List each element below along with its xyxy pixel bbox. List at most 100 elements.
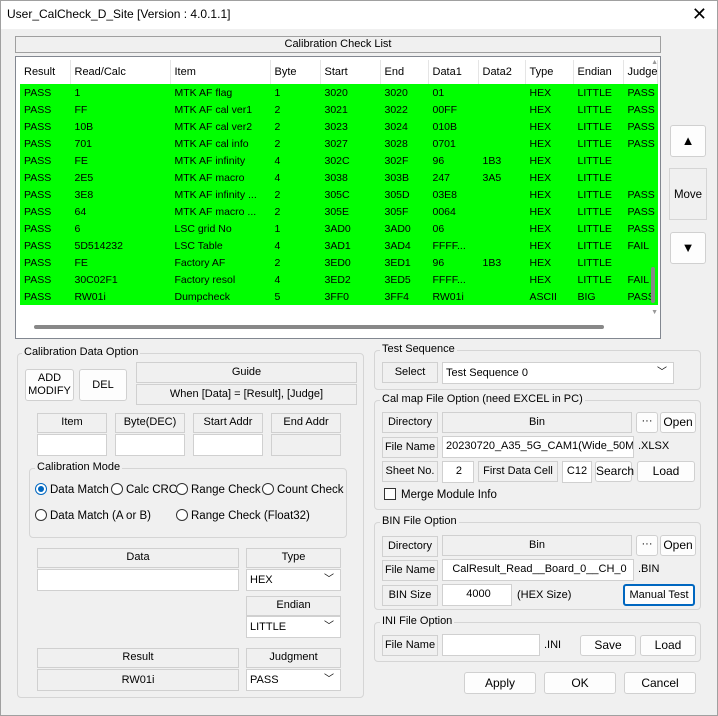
table-cell: PASS [20, 254, 71, 271]
table-row[interactable]: PASS 3E8 MTK AF infinity ... 2 305C 305D 03E8 H… [20, 186, 659, 203]
table-cell: HEX [525, 203, 574, 220]
table-row[interactable]: PASS 2E5 MTK AF macro 4 3038 303B 247 3A5 HEX LIT… [20, 169, 659, 186]
calmap-filename-label: File Name [382, 437, 438, 458]
first-data-cell-input[interactable]: C12 [562, 461, 592, 483]
close-icon[interactable]: ✕ [692, 4, 707, 24]
merge-module-info-checkbox[interactable]: Merge Module Info [384, 488, 497, 501]
table-cell: MTK AF cal ver1 [170, 101, 271, 118]
column-header[interactable]: Result [20, 60, 71, 84]
calmap-open-button[interactable]: Open [660, 412, 696, 433]
column-header[interactable]: Item [170, 60, 271, 84]
table-cell: 03E8 [428, 186, 479, 203]
column-header[interactable]: Data1 [428, 60, 479, 84]
table-row[interactable]: PASS FF MTK AF cal ver1 2 3021 3022 00FF HEX LIT… [20, 101, 659, 118]
add-modify-button[interactable]: ADD MODIFY [25, 369, 74, 401]
type-select[interactable]: HEX ﹀ [246, 569, 341, 591]
table-cell: PASS [20, 135, 71, 152]
calibration-check-list[interactable]: Result Read/Calc Item Byte Start End Data1 Data… [15, 56, 661, 339]
table-cell: HEX [525, 135, 574, 152]
table-cell: 3FF0 [320, 288, 381, 305]
column-header[interactable]: Start [320, 60, 381, 84]
bin-browse-button[interactable]: ··· [636, 535, 658, 556]
chevron-down-icon: ﹀ [324, 621, 334, 632]
table-cell [478, 135, 526, 152]
table-cell: 96 [428, 254, 479, 271]
table-cell: 2 [270, 203, 321, 220]
column-header[interactable]: Data2 [478, 60, 526, 84]
sheet-no-input[interactable]: 2 [442, 461, 474, 483]
table-cell: 3023 [320, 118, 381, 135]
radio-data-match-ab[interactable]: Data Match (A or B) [35, 509, 151, 522]
table-row[interactable]: PASS RW01i Dumpcheck 5 3FF0 3FF4 RW01i ASCII BIG… [20, 288, 659, 305]
item-input[interactable] [37, 434, 107, 456]
table-cell: 3AD0 [320, 220, 381, 237]
table-row[interactable]: PASS 6 LSC grid No 1 3AD0 3AD0 06 HEX LITTLE PASS [20, 220, 659, 237]
data-input[interactable] [37, 569, 239, 591]
judgment-select[interactable]: PASS ﹀ [246, 669, 341, 691]
table-cell: 3E8 [70, 186, 171, 203]
ini-load-button[interactable]: Load [640, 635, 696, 656]
column-header[interactable]: Read/Calc [70, 60, 171, 84]
start-addr-input[interactable] [193, 434, 263, 456]
scroll-up-icon[interactable]: ▲ [651, 59, 658, 66]
radio-calc-crc[interactable]: Calc CRC [111, 483, 177, 496]
cancel-button[interactable]: Cancel [624, 672, 696, 694]
end-addr-column-header: End Addr [271, 413, 341, 433]
calmap-directory-value: Bin [442, 412, 632, 433]
table-row[interactable]: PASS 64 MTK AF macro ... 2 305E 305F 0064 HEX LI… [20, 203, 659, 220]
table-cell: LITTLE [573, 271, 624, 288]
column-header[interactable]: Byte [270, 60, 321, 84]
table-row[interactable]: PASS 5D514232 LSC Table 4 3AD1 3AD4 FFFF... HEX… [20, 237, 659, 254]
column-header[interactable]: Endian [573, 60, 624, 84]
radio-empty-icon [111, 483, 123, 495]
table-cell: HEX [525, 118, 574, 135]
radio-range-check[interactable]: Range Check [176, 483, 261, 496]
table-cell: 2E5 [70, 169, 171, 186]
ok-button[interactable]: OK [544, 672, 616, 694]
ini-save-button[interactable]: Save [580, 635, 636, 656]
calmap-load-button[interactable]: Load [637, 461, 695, 482]
table-cell: FE [70, 152, 171, 169]
table-cell: 6 [70, 220, 171, 237]
move-down-button[interactable]: ▼ [670, 232, 706, 264]
table-row[interactable]: PASS 30C02F1 Factory resol 4 3ED2 3ED5 FFFF...… [20, 271, 659, 288]
radio-range-check-float[interactable]: Range Check (Float32) [176, 509, 310, 522]
bin-file-option-label: BIN File Option [380, 515, 459, 527]
radio-count-check[interactable]: Count Check [262, 483, 343, 496]
bin-filename-input[interactable]: CalResult_Read__Board_0__CH_0 [442, 559, 634, 581]
bin-size-input[interactable]: 4000 [442, 584, 512, 606]
ini-filename-input[interactable] [442, 634, 540, 656]
del-button[interactable]: DEL [79, 369, 127, 401]
calmap-browse-button[interactable]: ··· [636, 412, 658, 433]
vertical-scrollbar-thumb[interactable] [651, 267, 655, 303]
table-cell: PASS [20, 152, 71, 169]
scroll-down-icon[interactable]: ▼ [651, 309, 658, 316]
calmap-filename-input[interactable]: 20230720_A35_5G_CAM1(Wide_50M_ [442, 436, 634, 458]
table-cell: 00FF [428, 101, 479, 118]
table-cell: LITTLE [573, 254, 624, 271]
manual-test-button[interactable]: Manual Test [623, 584, 695, 606]
column-header[interactable]: End [380, 60, 429, 84]
table-cell: LITTLE [573, 118, 624, 135]
table-row[interactable]: PASS 10B MTK AF cal ver2 2 3023 3024 010B HEX LI… [20, 118, 659, 135]
table-cell: PASS [20, 118, 71, 135]
bin-open-button[interactable]: Open [660, 535, 696, 556]
apply-button[interactable]: Apply [464, 672, 536, 694]
radio-data-match[interactable]: Data Match [35, 483, 109, 496]
horizontal-scrollbar-thumb[interactable] [34, 325, 604, 329]
test-sequence-select[interactable]: Test Sequence 0 ﹀ [442, 362, 674, 384]
search-button[interactable]: Search [595, 461, 634, 482]
table-cell [478, 186, 526, 203]
move-up-button[interactable]: ▲ [670, 125, 706, 157]
table-row[interactable]: PASS 701 MTK AF cal info 2 3027 3028 0701 HEX LI… [20, 135, 659, 152]
column-header[interactable]: Type [525, 60, 574, 84]
table-cell: LITTLE [573, 169, 624, 186]
table-cell: 4 [270, 169, 321, 186]
table-row[interactable]: PASS FE Factory AF 2 3ED0 3ED1 96 1B3 HEX LITTLE [20, 254, 659, 271]
table-row[interactable]: PASS 1 MTK AF flag 1 3020 3020 01 HEX LITTLE PASS [20, 84, 659, 101]
endian-select[interactable]: LITTLE ﹀ [246, 616, 341, 638]
byte-input[interactable] [115, 434, 185, 456]
table-row[interactable]: PASS FE MTK AF infinity 4 302C 302F 96 1B3 HEX LI… [20, 152, 659, 169]
table-cell: 3021 [320, 101, 381, 118]
table-cell: LITTLE [573, 135, 624, 152]
